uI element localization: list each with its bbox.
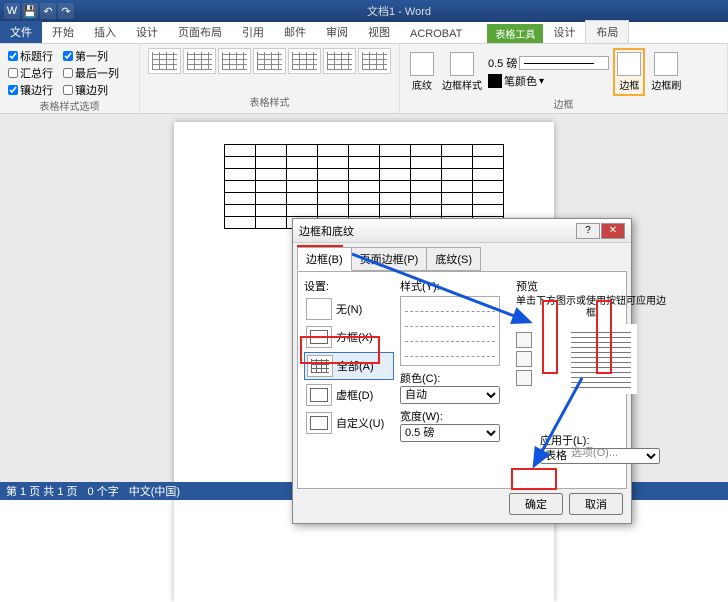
status-page: 第 1 页 共 1 页 [6,483,78,499]
tab-page-layout[interactable]: 页面布局 [168,21,232,43]
pen-color-combo[interactable]: 笔颜色 ▾ [488,73,609,89]
tab-view[interactable]: 视图 [358,21,400,43]
tab-table-layout[interactable]: 布局 [585,20,629,43]
document-title: 文档1 - Word [74,3,724,19]
check-banded-col[interactable]: 镶边列 [63,82,119,98]
border-styles-button[interactable]: 边框样式 [440,50,484,94]
ok-button[interactable]: 确定 [509,493,563,515]
check-total-row[interactable]: 汇总行 [8,65,53,81]
dialog-title: 边框和底纹 [299,223,354,239]
group-style-options: 表格样式选项 [8,98,131,113]
preset-box[interactable]: 方框(X) [304,324,394,350]
borders-button[interactable]: 边框 [613,48,645,96]
color-label: 颜色(C): [400,370,510,386]
style-label: 样式(Y): [400,278,510,294]
width-label: 宽度(W): [400,408,510,424]
tab-references[interactable]: 引用 [232,21,274,43]
tab-table-design[interactable]: 设计 [543,21,585,43]
table-style-thumb[interactable] [288,48,321,74]
dialog-help-button[interactable]: ? [576,223,600,239]
borders-shading-dialog: 边框和底纹 ? ✕ 边框(B) 页面边框(P) 底纹(S) 设置: 无(N) 方… [292,218,632,524]
cancel-button[interactable]: 取消 [569,493,623,515]
border-hmid-toggle[interactable] [516,351,532,367]
tab-design[interactable]: 设计 [126,21,168,43]
check-header-row[interactable]: 标题行 [8,48,53,64]
preview-diagram[interactable] [565,324,637,394]
table-style-thumb[interactable] [358,48,391,74]
tab-mailings[interactable]: 邮件 [274,21,316,43]
dialog-tab-page-borders[interactable]: 页面边框(P) [351,247,428,271]
table-style-thumb[interactable] [323,48,356,74]
check-first-col[interactable]: 第一列 [63,48,119,64]
group-table-styles: 表格样式 [148,94,391,109]
table-style-thumb[interactable] [253,48,286,74]
tab-file[interactable]: 文件 [0,21,42,43]
status-lang: 中文(中国) [129,483,180,499]
check-banded-row[interactable]: 镶边行 [8,82,53,98]
save-icon[interactable]: 💾 [22,3,38,19]
preset-grid[interactable]: 虚框(D) [304,382,394,408]
border-weight-combo[interactable]: 0.5 磅 [488,55,609,71]
document-table[interactable] [224,144,504,229]
setting-label: 设置: [304,278,394,294]
redo-icon[interactable]: ↷ [58,3,74,19]
tab-insert[interactable]: 插入 [84,21,126,43]
tab-home[interactable]: 开始 [42,21,84,43]
group-borders: 边框 [408,96,719,111]
border-top-toggle[interactable] [516,332,532,348]
shading-button[interactable]: 底纹 [408,50,436,94]
preview-hint: 单击下方图示或使用按钮可应用边框 [516,296,666,320]
preview-label: 预览 [516,278,666,294]
width-select[interactable]: 0.5 磅 [400,424,500,442]
table-style-thumb[interactable] [183,48,216,74]
border-painter-button[interactable]: 边框刷 [649,50,683,94]
context-tools-label: 表格工具 [487,24,543,43]
table-style-thumb[interactable] [218,48,251,74]
color-select[interactable]: 自动 [400,386,500,404]
table-style-thumb[interactable] [148,48,181,74]
border-bottom-toggle[interactable] [516,370,532,386]
dialog-tab-shading[interactable]: 底纹(S) [426,247,481,271]
preset-custom[interactable]: 自定义(U) [304,410,394,436]
tab-review[interactable]: 审阅 [316,21,358,43]
options-button[interactable]: 选项(O)... [571,444,618,460]
status-words: 0 个字 [88,483,119,499]
dialog-close-button[interactable]: ✕ [601,223,625,239]
preset-none[interactable]: 无(N) [304,296,394,322]
word-app-icon: W [4,3,20,19]
undo-icon[interactable]: ↶ [40,3,56,19]
preset-all[interactable]: 全部(A) [304,352,394,380]
style-listbox[interactable] [400,296,500,366]
tab-acrobat[interactable]: ACROBAT [400,25,472,43]
dialog-tab-borders[interactable]: 边框(B) [297,247,352,271]
check-last-col[interactable]: 最后一列 [63,65,119,81]
